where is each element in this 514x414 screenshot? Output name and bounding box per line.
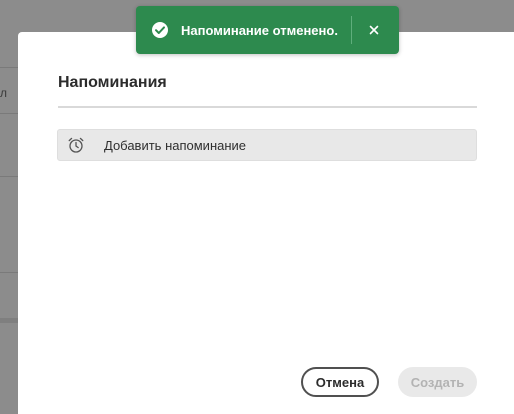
- title-divider: [58, 106, 477, 108]
- close-icon[interactable]: [362, 18, 386, 42]
- check-circle-icon: [151, 21, 169, 39]
- add-reminder-button[interactable]: Добавить напоминание: [57, 129, 477, 161]
- toast-message: Напоминание отменено.: [181, 22, 338, 38]
- background-fragment: л: [0, 86, 8, 100]
- background-divider: [0, 67, 18, 68]
- background-divider: [0, 176, 18, 177]
- alarm-clock-icon: [66, 135, 86, 155]
- add-reminder-label: Добавить напоминание: [104, 137, 247, 153]
- reminders-dialog: Напоминания Добавить напоминание Отмена …: [18, 32, 514, 414]
- toast-separator: [351, 16, 352, 44]
- cancel-button[interactable]: Отмена: [301, 367, 379, 397]
- create-button[interactable]: Создать: [398, 367, 477, 397]
- background-divider: [0, 272, 18, 273]
- background-band: [0, 318, 18, 323]
- background-divider: [0, 113, 18, 114]
- success-toast: Напоминание отменено.: [136, 6, 399, 54]
- dialog-title: Напоминания: [58, 74, 167, 91]
